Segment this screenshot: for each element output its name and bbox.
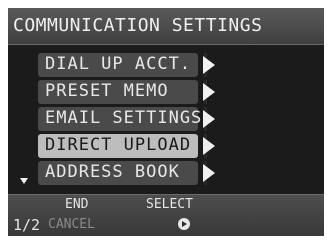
menu-item-label: DIAL UP ACCT. (45, 54, 192, 74)
ok-button-icon[interactable] (178, 218, 190, 230)
menu-item-label: ADDRESS BOOK (45, 162, 180, 182)
triangle-right-icon[interactable] (203, 137, 215, 155)
page-indicator: 1/2 (13, 216, 41, 234)
cancel-button[interactable]: CANCEL (48, 217, 95, 232)
menu-item-preset-memo[interactable]: PRESET MEMO (38, 80, 198, 104)
menu-item-email-settings[interactable]: EMAIL SETTINGS (38, 107, 201, 131)
title-bar: COMMUNICATION SETTINGS (8, 8, 324, 45)
triangle-right-icon[interactable] (203, 83, 215, 101)
menu-item-label: DIRECT UPLOAD (45, 135, 192, 155)
menu-item-label: EMAIL SETTINGS (45, 108, 203, 128)
scroll-down-icon (20, 178, 28, 184)
page-title: COMMUNICATION SETTINGS (13, 15, 263, 36)
camera-menu-screen: COMMUNICATION SETTINGS DIAL UP ACCT. PRE… (8, 8, 324, 236)
triangle-right-icon[interactable] (203, 56, 215, 74)
select-label: SELECT (146, 197, 193, 212)
menu-item-address-book[interactable]: ADDRESS BOOK (38, 161, 198, 185)
end-label: END (65, 197, 89, 212)
menu-item-dial-up-acct[interactable]: DIAL UP ACCT. (38, 53, 198, 77)
triangle-right-icon[interactable] (203, 164, 215, 182)
triangle-right-icon[interactable] (203, 110, 215, 128)
menu-item-direct-upload[interactable]: DIRECT UPLOAD (38, 134, 198, 158)
footer-bar: END SELECT 1/2 CANCEL (8, 194, 324, 236)
menu-item-label: PRESET MEMO (45, 81, 169, 101)
